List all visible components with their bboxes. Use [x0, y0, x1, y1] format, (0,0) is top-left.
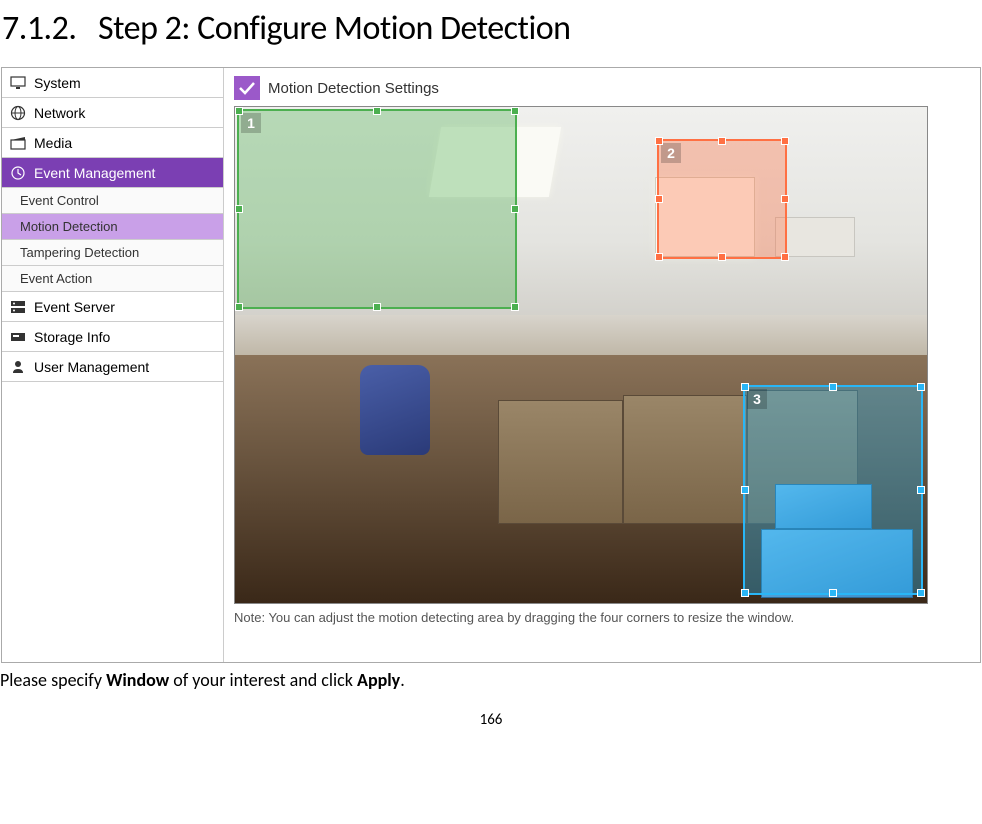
resize-handle[interactable]: [655, 195, 663, 203]
cabinet: [498, 400, 623, 524]
wall-area: [235, 315, 927, 355]
resize-handle[interactable]: [718, 137, 726, 145]
resize-handle[interactable]: [235, 107, 243, 115]
text: of your interest and click: [169, 669, 357, 691]
sidebar-item-label: Event Control: [20, 193, 99, 208]
sidebar-item-label: System: [34, 75, 81, 91]
resize-handle[interactable]: [917, 383, 925, 391]
storage-icon: [8, 328, 28, 346]
sidebar-item-user-management[interactable]: User Management: [2, 352, 223, 382]
resize-handle[interactable]: [235, 205, 243, 213]
resize-handle[interactable]: [781, 137, 789, 145]
sidebar-item-label: Media: [34, 135, 72, 151]
office-chair: [360, 365, 450, 505]
user-icon: [8, 358, 28, 376]
sidebar-item-event-server[interactable]: Event Server: [2, 292, 223, 322]
resize-handle[interactable]: [781, 253, 789, 261]
resize-handle[interactable]: [373, 303, 381, 311]
sidebar-item-label: Storage Info: [34, 329, 110, 345]
region-label: 1: [241, 113, 261, 133]
ceiling-tile: [775, 217, 855, 257]
sidebar-item-label: Tampering Detection: [20, 245, 139, 260]
resize-handle[interactable]: [718, 253, 726, 261]
resize-handle[interactable]: [511, 205, 519, 213]
detection-region-3[interactable]: 3: [743, 385, 923, 595]
section-header: Motion Detection Settings: [234, 76, 970, 100]
resize-handle[interactable]: [741, 383, 749, 391]
checkmark-icon: [238, 81, 256, 95]
detection-region-2[interactable]: 2: [657, 139, 787, 259]
sidebar-item-motion-detection[interactable]: Motion Detection: [2, 214, 223, 240]
page-heading: 7.1.2. Step 2: Configure Motion Detectio…: [0, 0, 982, 67]
resize-handle[interactable]: [741, 589, 749, 597]
monitor-icon: [8, 74, 28, 92]
sidebar-item-network[interactable]: Network: [2, 98, 223, 128]
instruction-text: Please specify Window of your interest a…: [0, 667, 982, 711]
region-label: 3: [747, 389, 767, 409]
app-screenshot: System Network Media Event Management Ev…: [1, 67, 981, 663]
globe-icon: [8, 104, 28, 122]
sidebar-item-label: Event Action: [20, 271, 92, 286]
resize-handle[interactable]: [655, 137, 663, 145]
page-number: 166: [0, 711, 982, 729]
resize-handle[interactable]: [829, 383, 837, 391]
resize-handle[interactable]: [917, 589, 925, 597]
sidebar: System Network Media Event Management Ev…: [2, 68, 224, 662]
region-label: 2: [661, 143, 681, 163]
heading-text: Step 2: Configure Motion Detection: [98, 8, 571, 49]
sidebar-item-media[interactable]: Media: [2, 128, 223, 158]
sidebar-item-label: User Management: [34, 359, 149, 375]
sidebar-item-storage-info[interactable]: Storage Info: [2, 322, 223, 352]
note-text: Note: You can adjust the motion detectin…: [234, 610, 970, 625]
text-bold: Window: [106, 669, 169, 691]
clapper-icon: [8, 134, 28, 152]
resize-handle[interactable]: [917, 486, 925, 494]
resize-handle[interactable]: [511, 303, 519, 311]
resize-handle[interactable]: [741, 486, 749, 494]
main-panel: Motion Detection Settings 1: [224, 68, 980, 662]
sidebar-item-event-management[interactable]: Event Management: [2, 158, 223, 188]
alarm-icon: [8, 164, 28, 182]
sidebar-item-system[interactable]: System: [2, 68, 223, 98]
sidebar-item-event-control[interactable]: Event Control: [2, 188, 223, 214]
server-icon: [8, 298, 28, 316]
cabinet: [623, 395, 748, 524]
sidebar-item-label: Network: [34, 105, 85, 121]
heading-number: 7.1.2.: [2, 8, 76, 49]
resize-handle[interactable]: [781, 195, 789, 203]
resize-handle[interactable]: [373, 107, 381, 115]
sidebar-item-tampering-detection[interactable]: Tampering Detection: [2, 240, 223, 266]
sidebar-item-event-action[interactable]: Event Action: [2, 266, 223, 292]
sidebar-item-label: Event Server: [34, 299, 115, 315]
resize-handle[interactable]: [829, 589, 837, 597]
text-bold: Apply: [357, 669, 400, 691]
resize-handle[interactable]: [235, 303, 243, 311]
text: .: [400, 669, 405, 691]
sidebar-item-label: Event Management: [34, 165, 155, 181]
resize-handle[interactable]: [655, 253, 663, 261]
camera-preview[interactable]: 1 2 3: [234, 106, 928, 604]
detection-region-1[interactable]: 1: [237, 109, 517, 309]
section-toggle-checkbox[interactable]: [234, 76, 260, 100]
resize-handle[interactable]: [511, 107, 519, 115]
text: Please specify: [0, 669, 106, 691]
sidebar-item-label: Motion Detection: [20, 219, 118, 234]
section-title: Motion Detection Settings: [268, 80, 439, 97]
